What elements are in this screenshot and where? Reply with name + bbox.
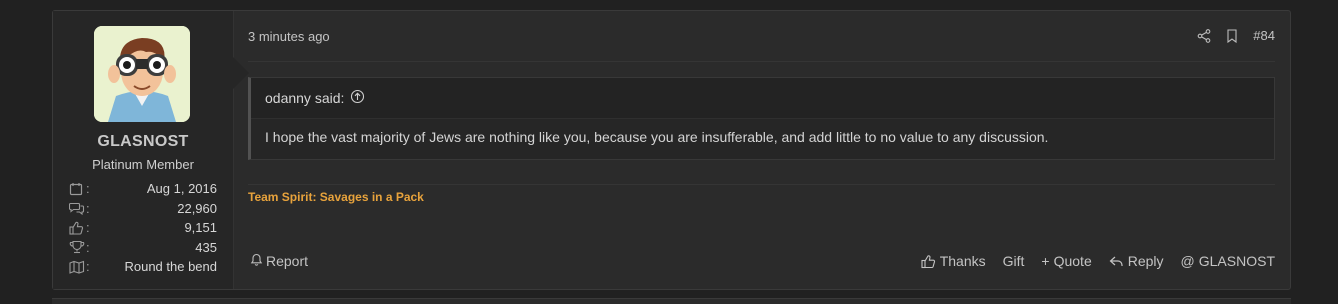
thumbs-up-icon: : [69, 220, 90, 235]
gift-label: Gift [1002, 253, 1025, 269]
divider [248, 184, 1275, 185]
divider [248, 61, 1275, 62]
stat-value: Round the bend [124, 259, 217, 275]
share-icon[interactable] [1197, 28, 1211, 43]
arrow-up-circle-icon[interactable] [350, 89, 365, 107]
gift-button[interactable]: Gift [1003, 253, 1025, 269]
trophy-icon: : [69, 240, 90, 255]
map-icon: : [69, 259, 90, 274]
user-title: Platinum Member [92, 157, 194, 172]
quote-header[interactable]: odanny said: [251, 78, 1274, 119]
stat-value: Aug 1, 2016 [146, 181, 217, 197]
at-icon: @ [1180, 253, 1195, 269]
mention-label: GLASNOST [1198, 253, 1275, 269]
quote-block: odanny said: I hope the vast majority of… [248, 77, 1275, 160]
post-number-link[interactable]: #84 [1253, 28, 1275, 43]
user-stats: : Aug 1, 2016 : 22,960 : 9,151 : 435: R… [69, 179, 217, 277]
post-tools: #84 [1197, 28, 1275, 43]
stat-value: 9,151 [184, 220, 217, 236]
stat-points: : 435 [69, 238, 217, 258]
thumbs-up-icon [921, 254, 935, 268]
reply-icon [1109, 256, 1123, 266]
report-button[interactable]: Report [250, 253, 308, 269]
calendar-icon: : [69, 181, 90, 196]
stat-value: 22,960 [177, 200, 217, 216]
next-post-edge [52, 298, 1291, 304]
stat-joined: : Aug 1, 2016 [69, 179, 217, 199]
stat-reactions: : 9,151 [69, 218, 217, 238]
message-post: GLASNOST Platinum Member : Aug 1, 2016 :… [52, 10, 1291, 290]
user-avatar[interactable] [94, 26, 190, 122]
post-date-link[interactable]: 3 minutes ago [248, 29, 330, 44]
stat-location: : Round the bend [69, 257, 217, 277]
quote-text: I hope the vast majority of Jews are not… [265, 129, 1049, 145]
bookmark-icon[interactable] [1225, 28, 1239, 43]
reply-label: Reply [1127, 253, 1164, 269]
stat-messages: : 22,960 [69, 199, 217, 219]
messages-icon: : [69, 201, 90, 216]
user-info-panel: GLASNOST Platinum Member : Aug 1, 2016 :… [53, 11, 249, 289]
user-signature: Team Spirit: Savages in a Pack [248, 190, 424, 204]
message-main: 3 minutes ago #84 odanny said: I hope th… [234, 11, 1290, 289]
post-actions: Thanks Gift + Quote Reply @ GLASNOST [921, 253, 1275, 269]
thanks-button[interactable]: Thanks [921, 253, 986, 269]
report-label: Report [266, 253, 309, 269]
quote-author[interactable]: odanny said: [265, 90, 344, 106]
quote-button[interactable]: + Quote [1041, 253, 1091, 269]
plus-icon: + [1041, 253, 1050, 269]
stat-value: 435 [195, 239, 217, 255]
bell-icon [250, 253, 263, 269]
username-link[interactable]: GLASNOST [53, 133, 233, 151]
reply-button[interactable]: Reply [1109, 253, 1164, 269]
thanks-label: Thanks [939, 253, 986, 269]
mention-button[interactable]: @ GLASNOST [1181, 253, 1275, 269]
quote-label: Quote [1053, 253, 1092, 269]
